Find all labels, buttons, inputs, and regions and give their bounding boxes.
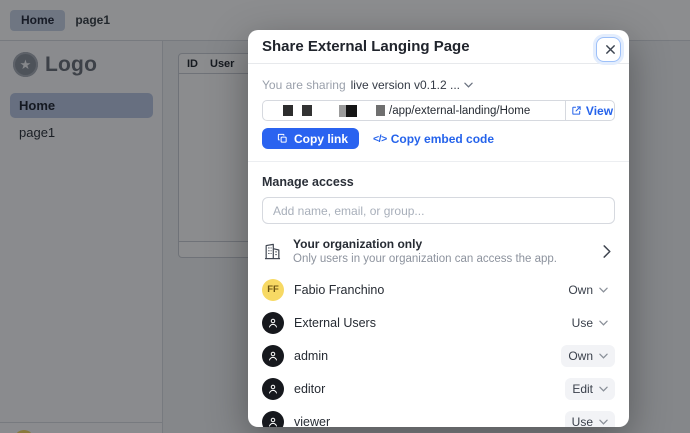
- chevron-down-icon: [464, 82, 473, 88]
- member-name: viewer: [294, 415, 330, 428]
- member-role-label: Use: [572, 316, 593, 330]
- member-role-select[interactable]: Use: [565, 312, 615, 334]
- view-button-label: View: [586, 104, 613, 118]
- view-button[interactable]: View: [565, 100, 615, 121]
- close-button[interactable]: [596, 37, 621, 62]
- manage-access-title: Manage access: [262, 175, 615, 189]
- sharing-prefix: You are sharing: [262, 78, 346, 92]
- chevron-down-icon: [599, 386, 608, 392]
- modal-title: Share External Langing Page: [262, 38, 470, 55]
- version-picker[interactable]: live version v0.1.2 ...: [351, 78, 473, 92]
- external-link-icon: [571, 105, 582, 116]
- member-avatar-person-icon: [262, 345, 284, 367]
- member-avatar-person-icon: [262, 411, 284, 428]
- redacted-url-segment: [346, 105, 357, 117]
- member-name: editor: [294, 382, 325, 396]
- member-name: Fabio Franchino: [294, 283, 384, 297]
- copy-embed-code-link[interactable]: </> Copy embed code: [373, 132, 494, 146]
- member-role-select[interactable]: Edit: [565, 378, 615, 400]
- share-url-group: /app/external-landing/Home View: [262, 100, 615, 121]
- org-access-row[interactable]: Your organization only Only users in you…: [262, 233, 615, 269]
- member-name: External Users: [294, 316, 376, 330]
- share-actions: Copy link </> Copy embed code: [262, 128, 615, 149]
- share-url-path: /app/external-landing/Home: [389, 105, 530, 117]
- member-role-label: Own: [568, 349, 593, 363]
- copy-embed-code-label: Copy embed code: [391, 132, 494, 146]
- member-name: admin: [294, 349, 328, 363]
- copy-link-button[interactable]: Copy link: [262, 128, 359, 149]
- code-icon: </>: [373, 133, 387, 145]
- org-access-subtitle: Only users in your organization can acce…: [293, 253, 557, 265]
- org-access-text: Your organization only Only users in you…: [293, 237, 557, 265]
- chevron-down-icon: [599, 353, 608, 359]
- member-list: FF Fabio Franchino Own External Users Us…: [262, 273, 615, 427]
- member-row: editor Edit: [262, 372, 615, 405]
- member-row: admin Own: [262, 339, 615, 372]
- member-avatar-person-icon: [262, 312, 284, 334]
- org-access-title: Your organization only: [293, 237, 557, 251]
- version-label: live version v0.1.2 ...: [351, 78, 460, 92]
- member-role-label: Use: [572, 415, 593, 428]
- redacted-url-segment: [283, 105, 293, 116]
- share-modal: Share External Langing Page You are shar…: [248, 30, 629, 427]
- modal-header: Share External Langing Page: [248, 30, 629, 64]
- sharing-line: You are sharing live version v0.1.2 ...: [262, 78, 615, 92]
- chevron-down-icon: [599, 320, 608, 326]
- redacted-url-segment: [302, 105, 312, 116]
- member-role-select[interactable]: Own: [561, 345, 615, 367]
- redacted-url-segment: [339, 105, 346, 117]
- member-role-select[interactable]: Own: [561, 279, 615, 301]
- member-row: External Users Use: [262, 306, 615, 339]
- close-icon: [605, 44, 616, 55]
- share-url-field[interactable]: /app/external-landing/Home: [262, 100, 565, 121]
- modal-body: You are sharing live version v0.1.2 ... …: [248, 64, 629, 427]
- member-role-label: Own: [568, 283, 593, 297]
- member-row: FF Fabio Franchino Own: [262, 273, 615, 306]
- copy-icon: [277, 133, 288, 144]
- member-role-label: Edit: [572, 382, 593, 396]
- member-row: viewer Use: [262, 405, 615, 427]
- invite-input[interactable]: [262, 197, 615, 224]
- redacted-url-segment: [376, 105, 385, 116]
- member-avatar-initials: FF: [262, 279, 284, 301]
- organization-building-icon: [262, 242, 282, 261]
- chevron-down-icon: [599, 287, 608, 293]
- chevron-down-icon: [599, 419, 608, 425]
- chevron-right-icon: [603, 245, 611, 258]
- member-role-select[interactable]: Use: [565, 411, 615, 428]
- screen: Home page1 ★ Logo Home page1 Fabio Franc…: [0, 0, 690, 433]
- member-avatar-person-icon: [262, 378, 284, 400]
- section-divider: [248, 161, 629, 162]
- copy-link-label: Copy link: [294, 132, 348, 146]
